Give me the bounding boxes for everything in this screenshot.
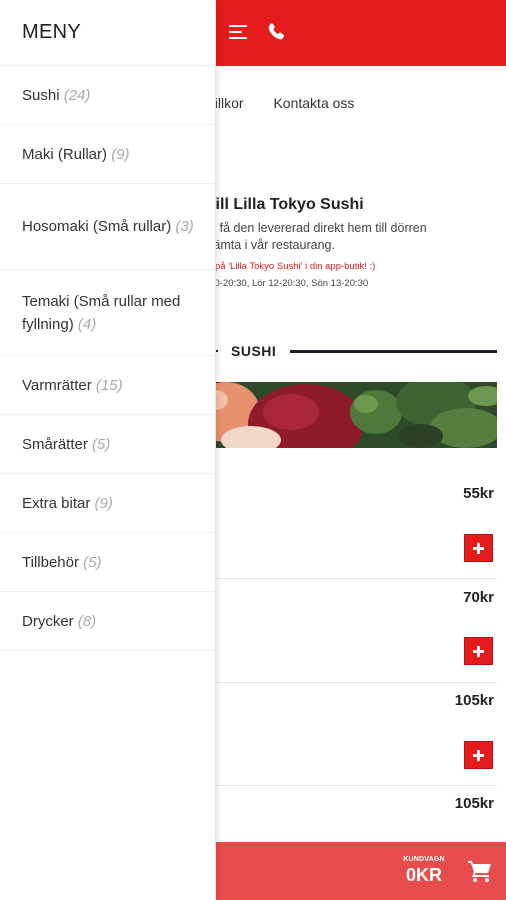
category-count: (24) [63, 86, 91, 104]
drawer-header: MENY [0, 0, 215, 66]
category-name: Varmrätter [22, 376, 92, 394]
category-name: Drycker [22, 612, 74, 630]
category-name: Maki (Rullar) [22, 145, 108, 163]
category-count: (8) [77, 612, 97, 630]
category-name: Hosomaki (Små rullar) [22, 218, 172, 235]
category-count: (15) [95, 376, 123, 394]
drawer-title: MENY [22, 21, 81, 43]
phone-icon[interactable] [265, 21, 287, 43]
category-count: (9) [94, 494, 113, 512]
category-item-maki[interactable]: Maki (Rullar) (9) [0, 125, 215, 184]
top-nav: pvillkor Kontakta oss [200, 95, 380, 111]
category-count: (3) [175, 218, 194, 235]
welcome-description-1: och få den levererad direkt hem till dör… [196, 221, 427, 235]
category-count: (5) [83, 553, 102, 571]
category-count: (5) [92, 435, 111, 453]
hamburger-icon[interactable] [229, 25, 247, 39]
category-name: Sushi [22, 86, 60, 104]
category-item-temaki[interactable]: Temaki (Små rullar med fyllning) (4) [0, 270, 215, 356]
item-divider [196, 785, 497, 786]
category-item-sushi[interactable]: Sushi (24) [0, 66, 215, 125]
category-name: Tillbehör [22, 553, 79, 571]
sushi-banner-image [196, 382, 497, 448]
category-count: (9) [111, 145, 130, 163]
category-name: Smårätter [22, 435, 88, 453]
welcome-block: n till Lilla Tokyo Sushi och få den leve… [196, 196, 506, 289]
opening-hours: 10:30-20:30, Lör 12-20:30, Sön 13-20:30 [196, 278, 369, 289]
category-item-extra-bitar[interactable]: Extra bitar (9) [0, 474, 215, 533]
category-count: (4) [77, 315, 97, 333]
category-item-varmratter[interactable]: Varmrätter (15) [0, 356, 215, 415]
item-price: 55kr [463, 485, 494, 502]
section-title: SUSHI [231, 343, 277, 359]
category-item-drycker[interactable]: Drycker (8) [0, 592, 215, 651]
category-item-smaratter[interactable]: Smårätter (5) [0, 415, 215, 474]
item-divider [196, 578, 497, 579]
category-item-tillbehor[interactable]: Tillbehör (5) [0, 533, 215, 592]
item-price: 70kr [463, 589, 494, 606]
welcome-title: n till Lilla Tokyo Sushi [196, 196, 364, 213]
item-price: 105kr [454, 692, 494, 709]
menu-drawer: MENY Sushi (24) Maki (Rullar) (9) Hosoma… [0, 0, 216, 900]
add-to-cart-button[interactable] [464, 741, 493, 769]
item-price: 105kr [454, 795, 494, 812]
welcome-description-2: tt hämta i vår restaurang. [196, 238, 335, 252]
cart-total: 0KR [405, 865, 442, 885]
category-item-hosomaki[interactable]: Hosomaki (Små rullar) (3) [0, 184, 215, 270]
item-divider [196, 682, 497, 683]
section-divider-right [290, 350, 497, 353]
add-to-cart-button[interactable] [464, 534, 493, 562]
cart-label: KUNDVAGN [403, 856, 445, 863]
category-name: Temaki (Små rullar med fyllning) [22, 292, 181, 333]
cart-icon[interactable] [467, 859, 493, 883]
nav-link-contact[interactable]: Kontakta oss [273, 95, 354, 111]
category-name: Extra bitar [22, 494, 91, 512]
plus-icon [472, 645, 485, 657]
add-to-cart-button[interactable] [464, 637, 493, 665]
app-store-note: Sök på 'Lilla Tokyo Sushi' i din app-but… [196, 261, 376, 272]
plus-icon [472, 749, 485, 761]
plus-icon [472, 542, 485, 554]
